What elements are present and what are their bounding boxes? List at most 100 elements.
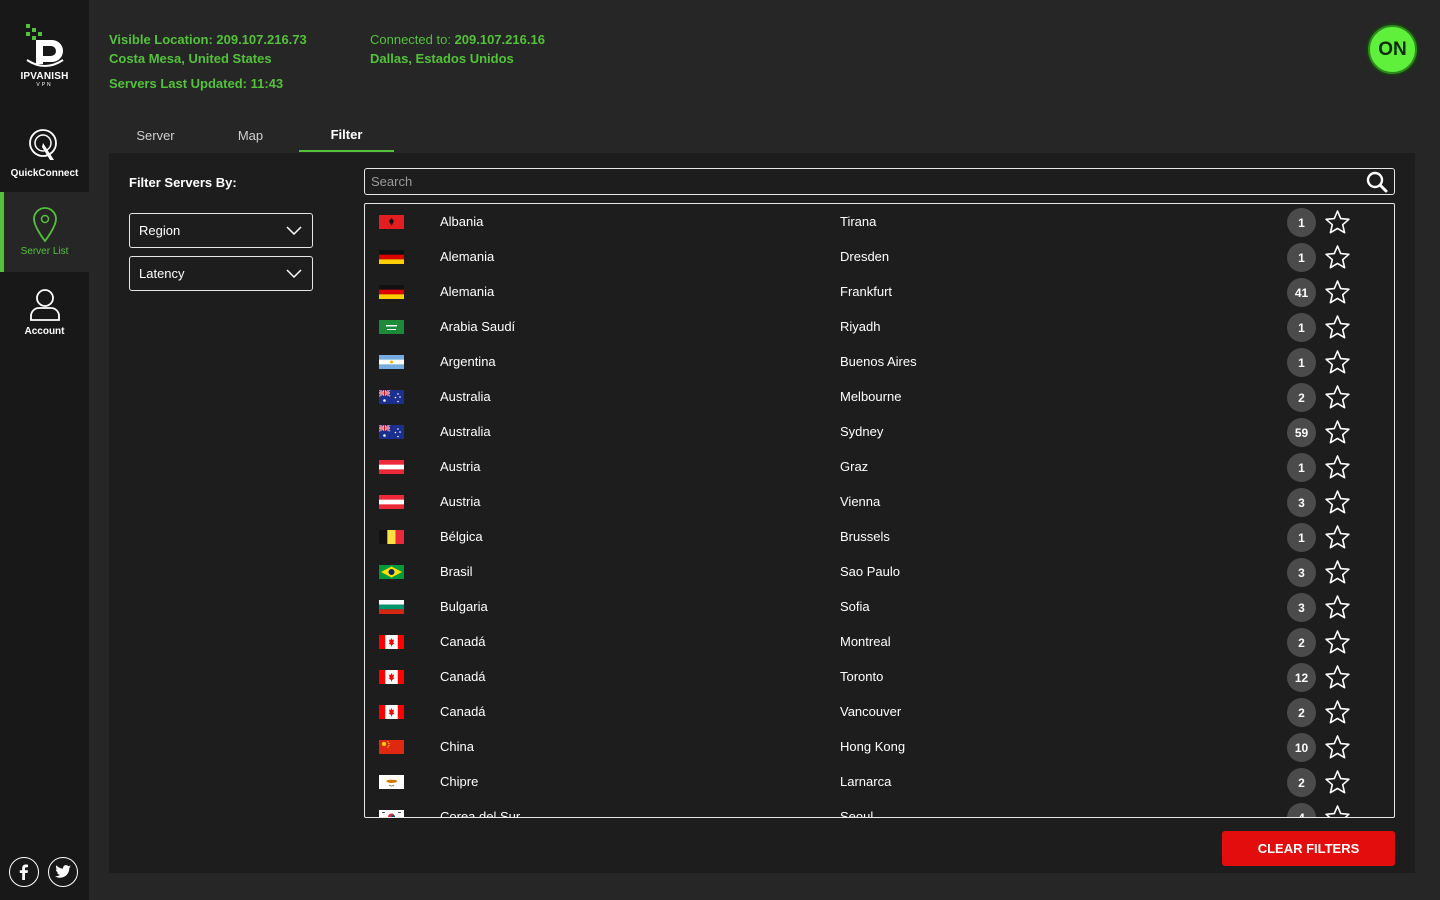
sidebar-item-server-list[interactable]: Server List (0, 192, 89, 272)
star-icon[interactable] (1324, 629, 1351, 656)
server-city: Melbourne (840, 389, 902, 404)
server-country: Canadá (440, 704, 486, 719)
server-count-badge: 3 (1287, 593, 1316, 622)
star-icon[interactable] (1324, 454, 1351, 481)
server-country: Chipre (440, 774, 479, 789)
sidebar-item-label: Account (24, 326, 65, 337)
facebook-button[interactable] (9, 857, 39, 887)
star-icon[interactable] (1324, 559, 1351, 586)
star-icon[interactable] (1324, 279, 1351, 306)
server-row[interactable]: Austria Graz 1 (365, 449, 1394, 484)
flag-ar-icon (379, 355, 404, 369)
server-row[interactable]: Albania Tirana 1 (365, 204, 1394, 239)
sidebar: IPVANISH VPN QuickConnect Server List Ac… (0, 0, 89, 900)
latency-dropdown[interactable]: Latency (129, 256, 313, 291)
server-city: Sao Paulo (840, 564, 900, 579)
chevron-down-icon (286, 269, 302, 278)
server-row[interactable]: Chipre Larnarca 2 (365, 764, 1394, 799)
server-country: Corea del Sur (440, 809, 521, 818)
search-input[interactable] (371, 169, 1351, 194)
star-icon[interactable] (1324, 314, 1351, 341)
sidebar-item-account[interactable]: Account (0, 272, 89, 352)
star-icon[interactable] (1324, 804, 1351, 817)
twitter-icon (55, 865, 71, 878)
server-row[interactable]: Alemania Frankfurt 41 (365, 274, 1394, 309)
star-icon[interactable] (1324, 244, 1351, 271)
server-count-badge: 41 (1287, 278, 1316, 307)
star-icon[interactable] (1324, 419, 1351, 446)
flag-al-icon (379, 215, 404, 229)
region-dropdown-value: Region (139, 223, 181, 238)
server-count-badge: 3 (1287, 558, 1316, 587)
clear-filters-button[interactable]: CLEAR FILTERS (1222, 831, 1395, 866)
server-list[interactable]: Albania Tirana 1 Alemania Dresden 1 Alemania Fr… (364, 203, 1395, 818)
server-row[interactable]: Brasil Sao Paulo 3 (365, 554, 1394, 589)
server-city: Brussels (840, 529, 890, 544)
server-row[interactable]: Australia Sydney 59 (365, 414, 1394, 449)
facebook-icon (19, 864, 28, 880)
sidebar-item-label: Server List (20, 246, 69, 257)
server-city: Sofia (840, 599, 870, 614)
server-row[interactable]: Alemania Dresden 1 (365, 239, 1394, 274)
sidebar-item-quickconnect[interactable]: QuickConnect (0, 113, 89, 193)
flag-at-icon (379, 460, 404, 474)
server-row[interactable]: Bulgaria Sofia 3 (365, 589, 1394, 624)
star-icon[interactable] (1324, 209, 1351, 236)
chevron-down-icon (286, 226, 302, 235)
star-icon[interactable] (1324, 384, 1351, 411)
server-country: Albania (440, 214, 484, 229)
filter-title: Filter Servers By: (129, 175, 237, 190)
server-row[interactable]: Australia Melbourne 2 (365, 379, 1394, 414)
star-icon[interactable] (1324, 524, 1351, 551)
server-row[interactable]: China Hong Kong 10 (365, 729, 1394, 764)
connection-toggle-button[interactable]: ON (1368, 25, 1417, 74)
flag-cy-icon (379, 775, 404, 789)
flag-sa-icon (379, 320, 404, 334)
server-row[interactable]: Arabia Saudí Riyadh 1 (365, 309, 1394, 344)
flag-be-icon (379, 530, 404, 544)
server-row[interactable]: Canadá Montreal 2 (365, 624, 1394, 659)
star-icon[interactable] (1324, 349, 1351, 376)
server-count-badge: 2 (1287, 768, 1316, 797)
star-icon[interactable] (1324, 734, 1351, 761)
server-country: Arabia Saudí (440, 319, 516, 334)
server-country: Argentina (440, 354, 496, 369)
server-row[interactable]: Canadá Toronto 12 (365, 659, 1394, 694)
server-row[interactable]: Argentina Buenos Aires 1 (365, 344, 1394, 379)
server-row[interactable]: Austria Vienna 3 (365, 484, 1394, 519)
server-row[interactable]: Bélgica Brussels 1 (365, 519, 1394, 554)
twitter-button[interactable] (48, 857, 78, 887)
server-count-badge: 1 (1287, 453, 1316, 482)
server-count-badge: 1 (1287, 313, 1316, 342)
tab-server[interactable]: Server (108, 118, 203, 152)
search-box (364, 168, 1395, 195)
latency-dropdown-value: Latency (139, 266, 185, 281)
server-count-badge: 12 (1287, 663, 1316, 692)
server-count-badge: 2 (1287, 628, 1316, 657)
star-icon[interactable] (1324, 594, 1351, 621)
connected-label: Connected to: (370, 32, 455, 47)
search-icon[interactable] (1366, 171, 1388, 193)
flag-ca-icon (379, 705, 404, 719)
server-city: Dresden (840, 249, 890, 264)
server-row[interactable]: Canadá Vancouver 2 (365, 694, 1394, 729)
server-row[interactable]: Corea del Sur Seoul 4 (365, 799, 1394, 818)
star-icon[interactable] (1324, 664, 1351, 691)
server-city: Toronto (840, 669, 884, 684)
star-icon[interactable] (1324, 769, 1351, 796)
server-country: Canadá (440, 669, 486, 684)
server-city: Vancouver (840, 704, 902, 719)
star-icon[interactable] (1324, 699, 1351, 726)
server-city: Montreal (840, 634, 891, 649)
tab-map[interactable]: Map (203, 118, 298, 152)
ipvanish-logo: IPVANISH VPN (0, 22, 89, 96)
tab-filter[interactable]: Filter (299, 118, 394, 152)
star-icon[interactable] (1324, 489, 1351, 516)
ipvanish-logo-icon (25, 24, 64, 67)
server-count-badge: 1 (1287, 523, 1316, 552)
server-count-badge: 1 (1287, 348, 1316, 377)
region-dropdown[interactable]: Region (129, 213, 313, 248)
quickconnect-icon (28, 129, 57, 160)
server-count-badge: 2 (1287, 698, 1316, 727)
server-city: Frankfurt (840, 284, 893, 299)
